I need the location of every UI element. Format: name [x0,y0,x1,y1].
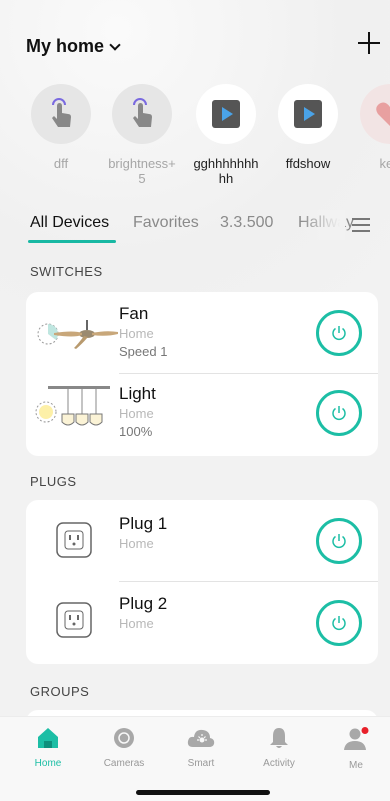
section-title-groups: GROUPS [30,684,90,699]
tab-smart[interactable]: Smart [166,727,236,769]
pendant-light-icon [35,386,110,426]
tab-me[interactable]: Me [321,727,390,771]
tab-underline [28,240,116,243]
person-icon [344,727,369,750]
scene-button[interactable] [112,84,172,144]
tab-3-3-500[interactable]: 3.3.500 [220,214,273,232]
scene-label: brightness+5 [108,156,176,186]
device-row-plug-1[interactable]: Plug 1 Home [26,500,378,580]
device-tabs: All Devices Favorites 3.3.500 Hallway [0,210,390,244]
home-icon [38,728,58,748]
chevron-down-icon [109,39,121,51]
tab-label: Cameras [103,758,145,769]
section-title-switches: SWITCHES [30,264,103,279]
scene-button[interactable] [360,84,390,144]
tab-home[interactable]: Home [13,727,83,769]
home-selector[interactable]: My home [26,36,121,57]
tap-icon [133,98,152,127]
play-icon [212,100,240,128]
scene-item[interactable]: ffdshow [266,84,350,171]
scene-button[interactable] [278,84,338,144]
notification-badge [361,727,369,734]
tab-label: Smart [187,758,215,769]
device-room: Home [119,406,154,421]
tab-activity[interactable]: Activity [244,727,314,769]
bottom-tab-bar: Home Cameras Smart Activity Me [0,716,390,801]
device-row-plug-2[interactable]: Plug 2 Home [26,582,378,662]
home-title: My home [26,36,105,56]
device-name: Plug 2 [119,594,168,613]
power-icon [332,326,346,341]
device-status: Speed 1 [119,344,168,359]
device-room: Home [119,616,154,631]
header: My home [0,28,390,68]
tab-all-devices[interactable]: All Devices [30,214,109,232]
smart-cloud-icon [187,729,215,747]
switches-card: Fan Home Speed 1 Light Home 100% [26,292,378,456]
scene-button[interactable] [31,84,91,144]
device-name: Plug 1 [119,514,168,533]
device-room: Home [119,536,154,551]
tab-favorites[interactable]: Favorites [133,214,199,232]
scene-label: ffdshow [285,156,331,171]
tab-cameras[interactable]: Cameras [89,727,159,769]
scene-item[interactable]: ke1 [348,84,390,171]
plugs-card: Plug 1 Home Plug 2 Home [26,500,378,664]
scene-item[interactable]: brightness+5 [100,84,184,186]
power-icon [332,534,346,549]
device-status: 100% [119,424,153,439]
plug-icon [56,602,92,638]
tab-fade [300,210,345,240]
device-room: Home [119,326,154,341]
power-button[interactable] [316,600,362,646]
device-row-light[interactable]: Light Home 100% [26,374,378,454]
camera-icon [114,728,134,748]
tap-icon [52,98,71,127]
ceiling-fan-icon [37,320,118,349]
add-button[interactable] [358,32,380,54]
bell-icon [270,728,288,748]
power-button[interactable] [316,310,362,356]
device-name: Fan [119,304,149,323]
scene-label: ke1 [379,156,390,171]
scene-label: dff [53,156,69,171]
plug-icon [56,522,92,558]
scene-item[interactable]: dff [19,84,103,171]
heart-icon [376,102,390,126]
device-row-fan[interactable]: Fan Home Speed 1 [26,292,378,372]
scene-list: dff brightness+5 gghhhhhhhhh ffdshow ke [0,84,390,194]
power-button[interactable] [316,390,362,436]
play-icon [294,100,322,128]
power-button[interactable] [316,518,362,564]
scene-label: gghhhhhhhhh [193,156,259,186]
section-title-plugs: PLUGS [30,474,77,489]
menu-icon[interactable] [352,218,372,234]
power-icon [332,616,346,631]
device-name: Light [119,384,156,403]
power-icon [332,406,346,421]
tab-label: Home [34,758,62,769]
scene-button[interactable] [196,84,256,144]
scene-item[interactable]: gghhhhhhhhh [184,84,268,186]
home-indicator [136,790,270,795]
tab-label: Activity [263,758,295,769]
tab-label: Me [349,760,363,771]
